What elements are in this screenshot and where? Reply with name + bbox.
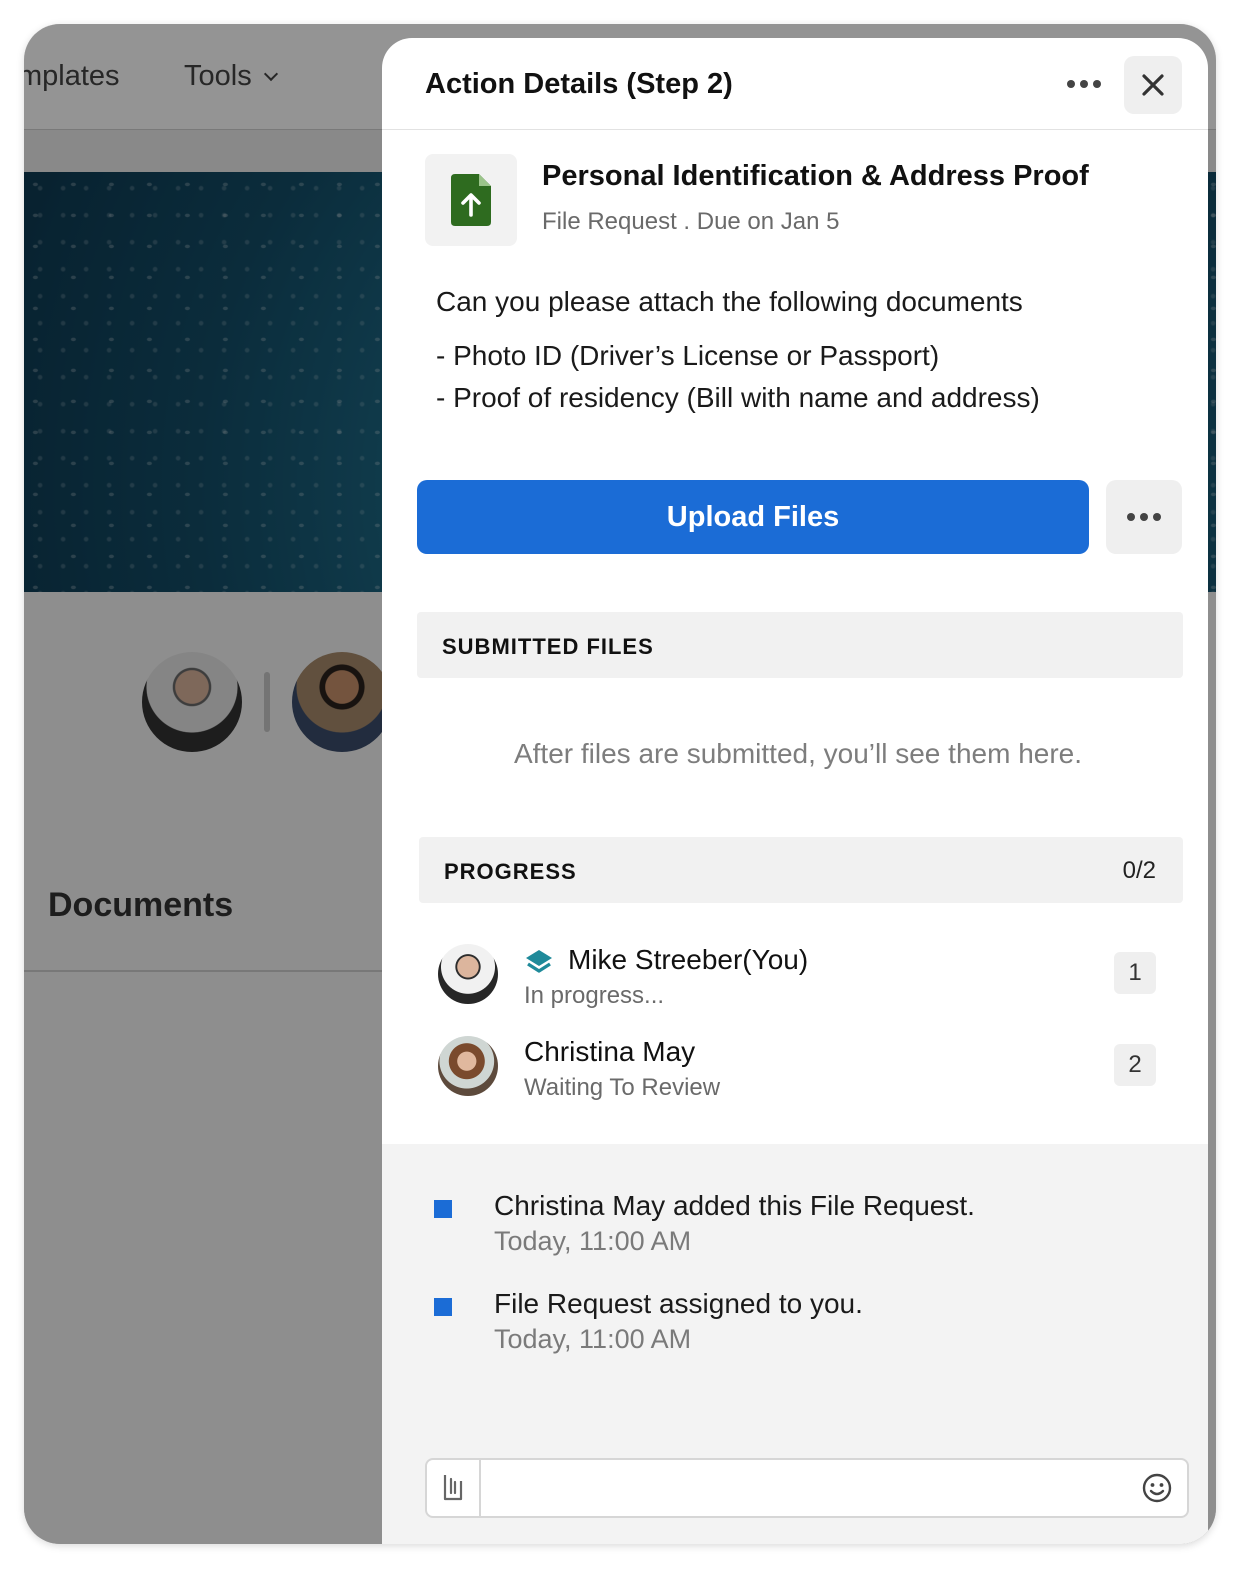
activity-time: Today, 11:00 AM (494, 1226, 692, 1256)
upload-files-button[interactable]: Upload Files (417, 480, 1089, 554)
upload-more-options-button[interactable] (1106, 480, 1182, 554)
bullet-icon (434, 1200, 452, 1218)
activity-feed: Christina May added this File Request. T… (382, 1144, 1208, 1544)
ellipsis-dot (1093, 80, 1101, 88)
person-status: Waiting To Review (524, 1074, 721, 1101)
bullet-icon (434, 1298, 452, 1316)
submitted-files-empty-state: After files are submitted, you’ll see th… (513, 738, 1083, 769)
file-upload-icon (451, 174, 491, 226)
description-line: - Photo ID (Driver’s License or Passport… (436, 340, 940, 371)
ellipsis-icon (1067, 80, 1075, 88)
avatar (438, 1036, 498, 1096)
description-line: - Proof of residency (Bill with name and… (436, 382, 1040, 413)
submitted-files-header: SUBMITTED FILES (417, 612, 1183, 678)
person-status: In progress... (524, 982, 665, 1009)
attach-button[interactable] (427, 1460, 481, 1516)
file-request-title: Personal Identification & Address Proof (542, 160, 1089, 192)
ellipsis-dot (1080, 80, 1088, 88)
progress-person[interactable]: Mike Streeber(You) In progress... 1 (438, 944, 1178, 1009)
panel-header: Action Details (Step 2) (382, 38, 1208, 130)
more-options-button[interactable] (1062, 62, 1106, 106)
progress-label: PROGRESS (444, 859, 577, 884)
progress-header: PROGRESS 0/2 (419, 837, 1183, 903)
close-button[interactable] (1124, 56, 1182, 114)
action-details-panel: Action Details (Step 2) Personal Identif… (382, 38, 1208, 1544)
ellipsis-dot (1140, 513, 1148, 521)
progress-person[interactable]: Christina May Waiting To Review 2 (438, 1036, 1178, 1101)
description-line: Can you please attach the following docu… (436, 286, 1023, 317)
submitted-files-label: SUBMITTED FILES (442, 634, 654, 659)
panel-title: Action Details (Step 2) (425, 68, 733, 100)
ellipsis-dot (1153, 513, 1161, 521)
attachment-icon (443, 1475, 463, 1501)
step-badge: 2 (1114, 1044, 1156, 1086)
emoji-icon[interactable] (1141, 1472, 1173, 1504)
close-icon (1142, 74, 1164, 96)
layers-icon (526, 950, 552, 973)
activity-text: Christina May added this File Request. (494, 1190, 975, 1221)
ellipsis-icon (1127, 513, 1135, 521)
progress-count: 0/2 (1122, 857, 1156, 884)
comment-composer (425, 1458, 1189, 1518)
comment-input[interactable] (483, 1460, 1123, 1516)
step-badge: 1 (1114, 952, 1156, 994)
avatar (438, 944, 498, 1004)
file-request-meta: File Request . Due on Jan 5 (542, 208, 840, 235)
person-name: Christina May (524, 1036, 696, 1067)
person-name: Mike Streeber(You) (568, 944, 809, 975)
app-frame: mplates Tools Documents Action Details (… (24, 24, 1216, 1544)
activity-time: Today, 11:00 AM (494, 1324, 692, 1354)
activity-text: File Request assigned to you. (494, 1288, 863, 1319)
file-type-tile (425, 154, 517, 246)
